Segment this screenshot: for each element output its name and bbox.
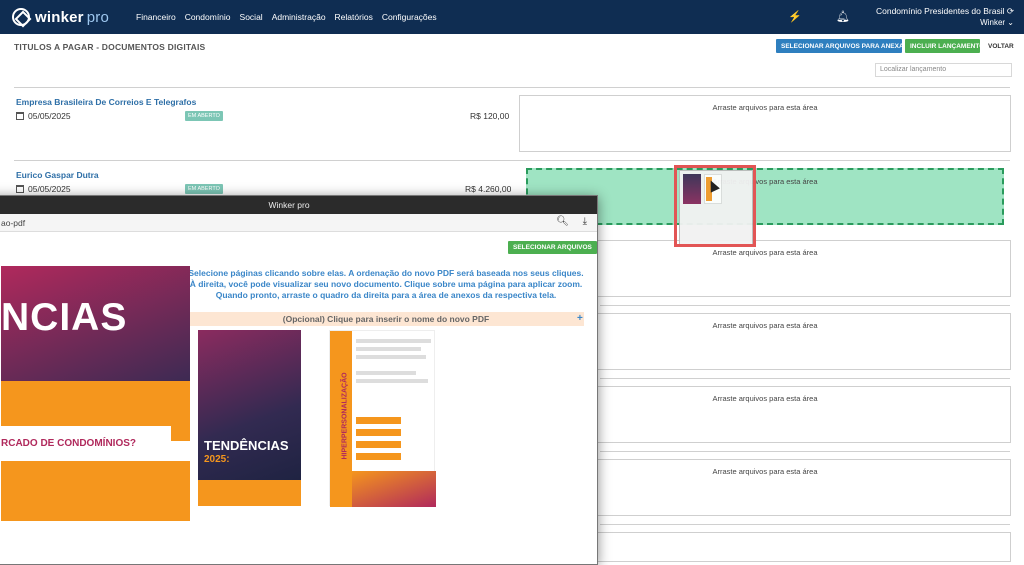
chevron-down-icon[interactable]: ⌄	[1007, 18, 1014, 27]
menu-relatorios[interactable]: Relatórios	[335, 12, 373, 22]
download-icon[interactable]: ⤓	[583, 216, 587, 227]
page-thumbnail-2[interactable]: HIPERPERSONALIZAÇÃO	[329, 330, 436, 507]
payee-link[interactable]: Empresa Brasileira De Correios E Telegra…	[16, 97, 196, 107]
pdf-organizer-window: Winker pro ao-pdf 🔍︎ ⤓ SELECIONAR ARQUIV…	[0, 195, 598, 565]
row-divider	[600, 451, 1010, 452]
page-thumbnail-1[interactable]: TENDÊNCIAS 2025:	[198, 330, 301, 506]
menu-condominio[interactable]: Condomínio	[185, 12, 231, 22]
cover-title: NCIAS	[1, 296, 128, 339]
menu-configuracoes[interactable]: Configurações	[382, 12, 437, 22]
refresh-icon[interactable]: ⟳	[1007, 6, 1014, 16]
navbar-right: ⚡ 🔔︎ Condomínio Presidentes do Brasil ⟳ …	[770, 0, 1014, 34]
cover-question: RCADO DE CONDOMÍNIOS?	[1, 438, 136, 449]
text-line	[356, 355, 426, 359]
instructions: Selecione páginas clicando sobre elas. A…	[186, 268, 586, 301]
bell-icon[interactable]: 🔔︎	[836, 10, 850, 24]
select-files-button[interactable]: SELECIONAR ARQUIVOS PARA ANEXAR ▾	[776, 39, 913, 53]
brand-name: winker	[35, 8, 84, 26]
orange-bullet	[356, 429, 401, 436]
row-divider	[600, 378, 1010, 379]
calendar-icon	[16, 185, 24, 193]
calendar-icon	[16, 112, 24, 120]
menu-financeiro[interactable]: Financeiro	[136, 12, 176, 22]
include-entry-button[interactable]: INCLUIR LANÇAMENTO	[905, 39, 984, 53]
text-line	[356, 347, 421, 351]
thumbnail-bottom-graphic	[352, 471, 436, 507]
address-bar: ao-pdf	[0, 214, 597, 232]
row-divider	[14, 160, 1010, 161]
window-title: Winker pro	[0, 196, 597, 214]
dropzone[interactable]: Arraste arquivos para esta área	[519, 95, 1011, 152]
orange-bullet	[356, 441, 401, 448]
thumbnail-year: 2025:	[204, 454, 230, 465]
thumbnail-title: TENDÊNCIAS	[204, 438, 289, 453]
text-line	[356, 371, 416, 375]
brand-logo[interactable]: winker pro	[12, 8, 116, 26]
amount: R$ 120,00	[470, 111, 510, 121]
payee-link[interactable]: Eurico Gaspar Dutra	[16, 170, 99, 180]
main-menu: Financeiro Condomínio Social Administraç…	[136, 12, 446, 22]
status-badge: EM ABERTO	[185, 111, 223, 121]
text-line	[356, 379, 428, 383]
zoomed-page-preview[interactable]: NCIAS RCADO DE CONDOMÍNIOS?	[0, 266, 190, 526]
text-line	[356, 339, 431, 343]
account-name: Condomínio Presidentes do Brasil	[875, 6, 1005, 16]
thumbnail-footer	[198, 480, 301, 506]
account-switcher[interactable]: Condomínio Presidentes do Brasil ⟳ Winke…	[876, 6, 1014, 28]
row-divider	[600, 524, 1010, 525]
orange-band	[1, 461, 190, 521]
page-title: TITULOS A PAGAR - DOCUMENTOS DIGITAIS	[14, 42, 206, 52]
thumbnail-vertical-title: HIPERPERSONALIZAÇÃO	[341, 372, 349, 460]
instruction-line: Selecione páginas clicando sobre elas. A…	[188, 268, 584, 278]
menu-administracao[interactable]: Administração	[272, 12, 326, 22]
zoom-icon[interactable]: 🔍︎	[556, 216, 569, 227]
back-button[interactable]: VOLTAR	[983, 39, 1014, 53]
status-badge: EM ABERTO	[185, 184, 223, 194]
brand-suffix: pro	[86, 8, 110, 26]
winker-logo-icon	[12, 8, 30, 26]
pdf-name-input[interactable]: (Opcional) Clique para inserir o nome do…	[188, 312, 584, 326]
account-sub: Winker	[980, 18, 1006, 27]
search-input[interactable]: Localizar lançamento	[875, 63, 1012, 77]
due-date: 05/05/2025	[16, 111, 71, 121]
orange-bullet	[356, 417, 401, 424]
menu-social[interactable]: Social	[240, 12, 263, 22]
bolt-icon[interactable]: ⚡	[788, 10, 802, 24]
add-icon[interactable]: +	[577, 313, 583, 324]
select-files-button[interactable]: SELECIONAR ARQUIVOS	[508, 241, 597, 254]
row-divider	[14, 87, 1010, 88]
amount: R$ 4.260,00	[465, 184, 512, 194]
row-divider	[600, 305, 1010, 306]
orange-bullet	[356, 453, 401, 460]
instruction-line: À direita, você pode visualizar seu novo…	[189, 279, 583, 289]
instruction-line: Quando pronto, arraste o quadro da direi…	[215, 290, 557, 300]
top-navbar: winker pro Financeiro Condomínio Social A…	[0, 0, 1024, 34]
due-date: 05/05/2025	[16, 184, 71, 194]
